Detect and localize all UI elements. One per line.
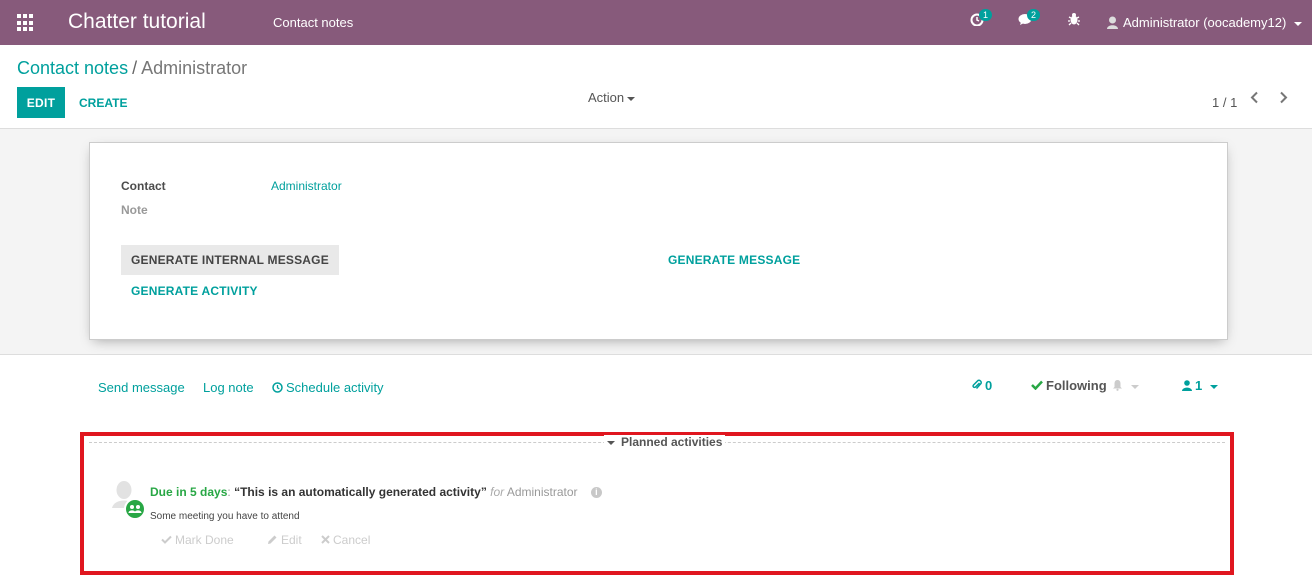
info-icon[interactable]: i xyxy=(590,487,602,499)
apps-grid-icon[interactable] xyxy=(17,14,35,32)
messages-count-badge: 2 xyxy=(1027,9,1041,21)
caret-down-icon xyxy=(627,96,636,101)
edit-button[interactable]: EDIT xyxy=(17,87,65,118)
contact-value[interactable]: Administrator xyxy=(271,179,342,193)
debug-menu[interactable] xyxy=(1068,12,1080,30)
chevron-left-icon xyxy=(1250,91,1258,104)
paperclip-icon xyxy=(972,379,982,390)
activity-note: Some meeting you have to attend xyxy=(150,511,300,522)
close-icon xyxy=(321,535,330,544)
schedule-activity-label: Schedule activity xyxy=(286,380,384,395)
planned-activities-section: Planned activities Due in 5 days: “This … xyxy=(80,432,1234,575)
planned-activities-toggle[interactable]: Planned activities xyxy=(604,435,726,449)
user-name: Administrator (oocademy12) xyxy=(1123,15,1287,30)
clock-icon xyxy=(272,382,283,393)
generate-activity-button[interactable]: GENERATE ACTIVITY xyxy=(131,284,258,298)
planned-activities-title: Planned activities xyxy=(621,435,723,449)
pager-next-button[interactable] xyxy=(1279,91,1288,109)
pager-value[interactable]: 1 / 1 xyxy=(1212,95,1237,110)
activity-cancel-button[interactable]: Cancel xyxy=(321,533,370,547)
attachments-button[interactable]: 0 xyxy=(972,378,992,393)
user-menu[interactable]: Administrator (oocademy12) xyxy=(1107,15,1303,30)
breadcrumb: Contact notes / Administrator xyxy=(17,58,247,79)
chatter: Send message Log note Schedule activity … xyxy=(0,354,1312,583)
activity-assigned-user: Administrator xyxy=(506,485,578,499)
bell-icon xyxy=(1113,380,1122,391)
breadcrumb-parent[interactable]: Contact notes xyxy=(17,58,128,78)
check-icon xyxy=(161,535,172,544)
pencil-icon xyxy=(268,535,277,544)
caret-down-icon xyxy=(1294,21,1303,26)
app-title: Chatter tutorial xyxy=(68,10,206,33)
activity-colon: : xyxy=(227,485,231,499)
create-button[interactable]: CREATE xyxy=(75,87,131,118)
activity-summary: “This is an automatically generated acti… xyxy=(234,485,487,499)
following-label: Following xyxy=(1046,378,1107,393)
user-icon xyxy=(1182,380,1192,391)
send-message-button[interactable]: Send message xyxy=(98,380,185,395)
bug-icon xyxy=(1068,13,1080,26)
breadcrumb-current: Administrator xyxy=(141,58,248,78)
activity-due: Due in 5 days xyxy=(150,485,228,499)
mark-done-button[interactable]: Mark Done xyxy=(161,533,234,547)
activity-menu[interactable]: 1 xyxy=(970,9,993,30)
followers-count: 1 xyxy=(1195,378,1203,393)
schedule-activity-button[interactable]: Schedule activity xyxy=(272,380,384,395)
check-icon xyxy=(1031,380,1043,391)
generate-internal-message-button[interactable]: GENERATE INTERNAL MESSAGE xyxy=(121,245,339,275)
chevron-right-icon xyxy=(1280,91,1288,104)
menu-item-contact-notes[interactable]: Contact notes xyxy=(273,15,353,30)
caret-down-icon xyxy=(607,440,615,445)
generate-message-button[interactable]: GENERATE MESSAGE xyxy=(668,253,800,267)
pager-previous-button[interactable] xyxy=(1250,91,1259,109)
activity-cancel-label: Cancel xyxy=(333,533,371,547)
activity-edit-button[interactable]: Edit xyxy=(267,533,302,547)
following-button[interactable]: Following xyxy=(1031,378,1107,393)
caret-down-icon xyxy=(1131,384,1139,389)
breadcrumb-separator: / xyxy=(132,58,138,78)
action-label: Action xyxy=(588,90,625,105)
contact-label: Contact xyxy=(121,179,166,193)
log-note-button[interactable]: Log note xyxy=(203,380,254,395)
activity-type-badge xyxy=(124,498,146,520)
control-panel: Contact notes / Administrator EDIT CREATE … xyxy=(0,45,1312,129)
attachments-count: 0 xyxy=(985,378,993,393)
caret-down-icon xyxy=(1210,384,1219,389)
top-navbar: Chatter tutorial Contact notes 1 2 Admin… xyxy=(0,0,1312,45)
activity-for-label: for xyxy=(490,485,505,499)
activity-count-badge: 1 xyxy=(979,9,993,21)
user-icon xyxy=(1107,16,1118,29)
messaging-menu[interactable]: 2 xyxy=(1018,9,1041,30)
action-dropdown[interactable]: Action xyxy=(588,90,636,105)
activity-header: Due in 5 days: “This is an automatically… xyxy=(150,485,602,499)
activity-edit-label: Edit xyxy=(281,533,302,547)
users-icon xyxy=(128,505,142,513)
followers-dropdown[interactable]: 1 xyxy=(1182,378,1219,393)
note-label: Note xyxy=(121,203,148,217)
form-sheet: Contact Administrator Note GENERATE INTE… xyxy=(89,142,1228,340)
mark-done-label: Mark Done xyxy=(175,533,234,547)
subtypes-dropdown[interactable] xyxy=(1112,378,1139,393)
